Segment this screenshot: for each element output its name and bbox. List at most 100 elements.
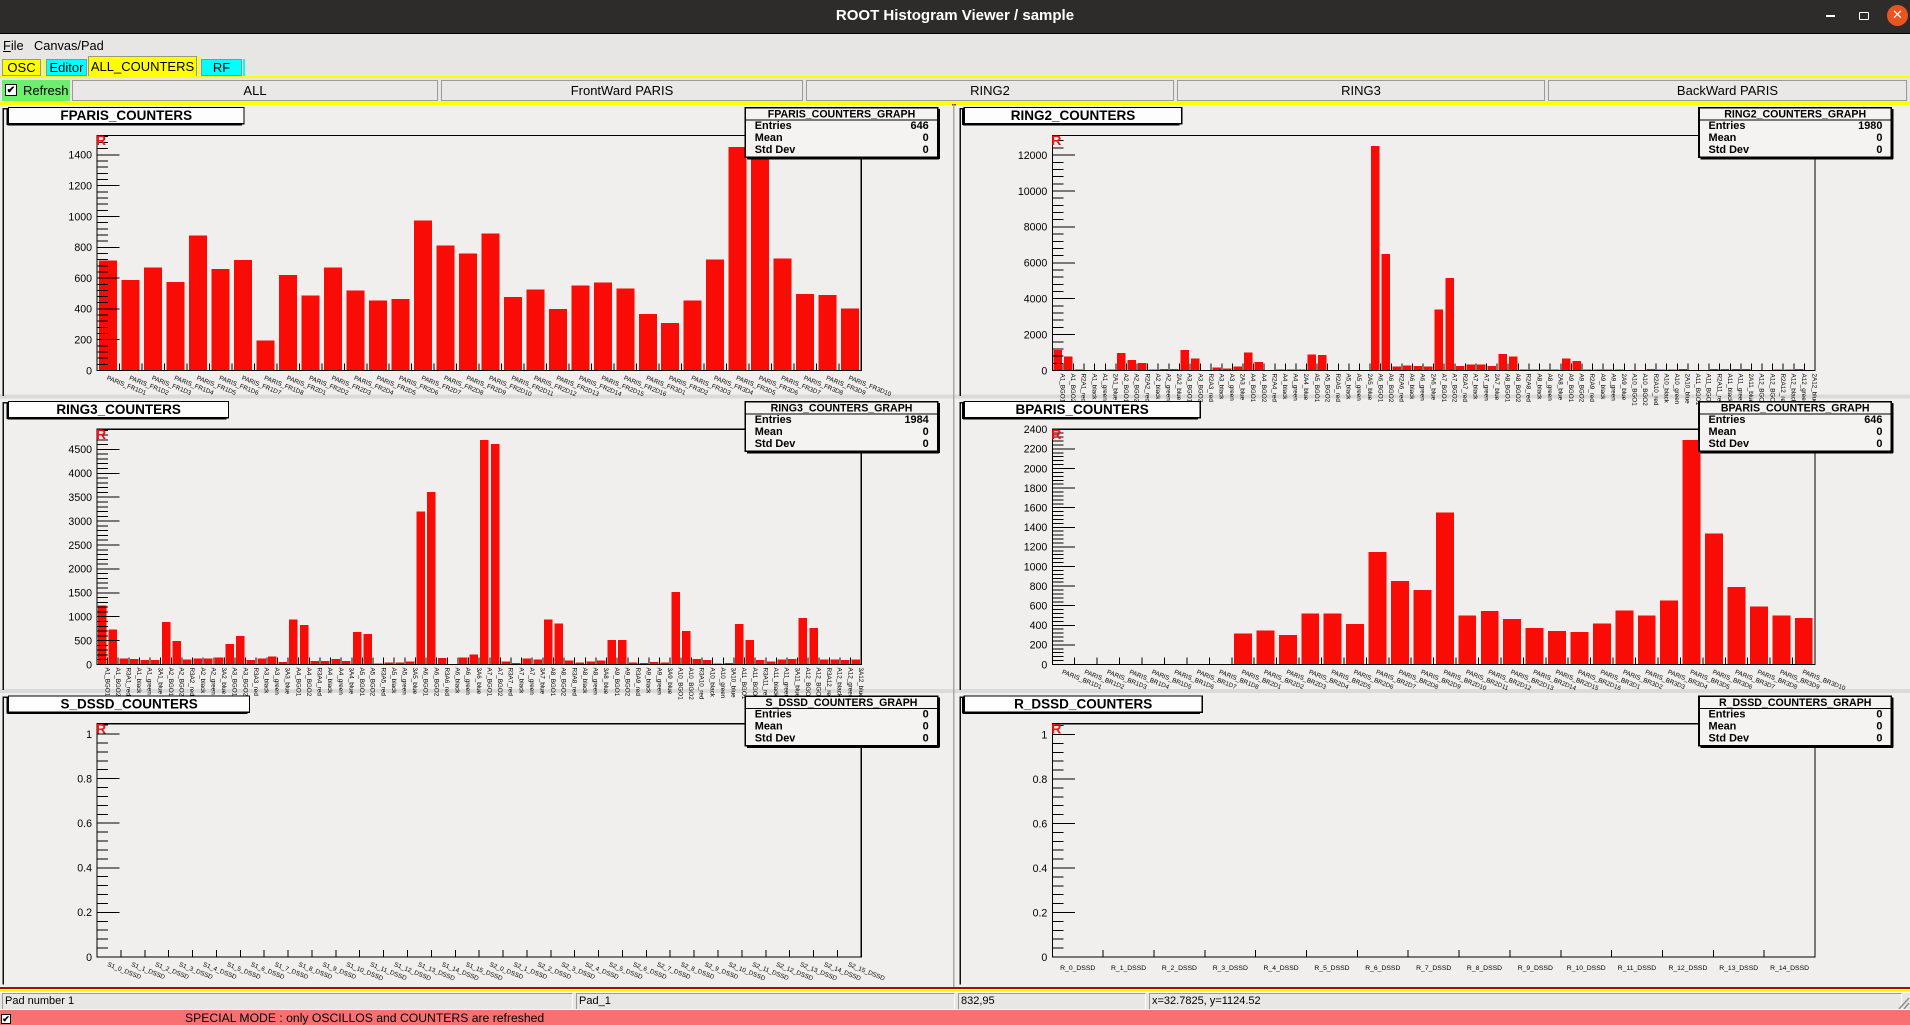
- svg-text:1600: 1600: [1024, 503, 1048, 515]
- svg-text:0.6: 0.6: [1033, 818, 1048, 830]
- svg-text:Entries: Entries: [1709, 120, 1746, 132]
- svg-text:R2A3_red: R2A3_red: [1207, 374, 1214, 403]
- svg-text:A12_black: A12_black: [836, 668, 843, 698]
- svg-text:R2A8_red: R2A8_red: [1525, 374, 1532, 403]
- svg-text:A3_green: A3_green: [1228, 374, 1235, 402]
- svg-text:A1_BGO2: A1_BGO2: [114, 668, 121, 697]
- svg-text:R_1_DSSD: R_1_DSSD: [1111, 965, 1146, 972]
- svg-text:3A9_blue: 3A9_blue: [666, 668, 673, 695]
- svg-text:0: 0: [923, 144, 929, 156]
- svg-text:R_14_DSSD: R_14_DSSD: [1770, 965, 1809, 972]
- svg-text:R_13_DSSD: R_13_DSSD: [1719, 965, 1758, 972]
- svg-text:A4_green: A4_green: [337, 668, 344, 696]
- svg-text:A1_BGO1: A1_BGO1: [103, 668, 110, 697]
- svg-text:A10_BGO2: A10_BGO2: [687, 668, 694, 701]
- svg-text:R_2_DSSD: R_2_DSSD: [1162, 965, 1197, 972]
- svg-text:R_4_DSSD: R_4_DSSD: [1264, 965, 1299, 972]
- svg-text:R3A7_red: R3A7_red: [507, 668, 514, 697]
- svg-text:646: 646: [911, 120, 929, 132]
- svg-text:A5_green: A5_green: [401, 668, 408, 696]
- svg-text:2A5_blue: 2A5_blue: [1366, 374, 1373, 401]
- svg-text:BPARIS_COUNTERS_GRAPH: BPARIS_COUNTERS_GRAPH: [1721, 403, 1870, 415]
- svg-text:3A6_blue: 3A6_blue: [475, 668, 482, 695]
- svg-text:A10_green: A10_green: [719, 668, 726, 699]
- svg-text:S_DSSD_COUNTERS_GRAPH: S_DSSD_COUNTERS_GRAPH: [766, 697, 918, 709]
- svg-text:0: 0: [923, 708, 929, 720]
- svg-text:A12_black: A12_black: [1790, 374, 1797, 404]
- svg-text:0: 0: [86, 952, 92, 964]
- svg-text:R2A9_red: R2A9_red: [1588, 374, 1595, 403]
- svg-text:A7_black: A7_black: [517, 668, 524, 695]
- svg-text:A5_BGO2: A5_BGO2: [1323, 374, 1330, 403]
- svg-text:R2A10_red: R2A10_red: [1652, 374, 1659, 406]
- svg-text:R: R: [1051, 132, 1061, 148]
- svg-text:4500: 4500: [68, 444, 92, 456]
- svg-text:R_12_DSSD: R_12_DSSD: [1668, 965, 1707, 972]
- svg-text:A7_BGO2: A7_BGO2: [1451, 374, 1458, 403]
- svg-text:2000: 2000: [1024, 329, 1048, 341]
- svg-text:R2A1_red: R2A1_red: [1080, 374, 1087, 403]
- svg-text:R2A4_red: R2A4_red: [1270, 374, 1277, 403]
- svg-text:R_8_DSSD: R_8_DSSD: [1467, 965, 1502, 972]
- svg-text:0.2: 0.2: [1033, 907, 1048, 919]
- svg-text:RING3_COUNTERS_GRAPH: RING3_COUNTERS_GRAPH: [771, 403, 913, 415]
- svg-text:3A3_blue: 3A3_blue: [284, 668, 291, 695]
- svg-text:A4_BGO2: A4_BGO2: [305, 668, 312, 697]
- svg-text:A9_BGO1: A9_BGO1: [1567, 374, 1574, 403]
- svg-text:S_DSSD_COUNTERS: S_DSSD_COUNTERS: [60, 697, 197, 712]
- svg-text:A5_black: A5_black: [390, 668, 397, 695]
- svg-text:0: 0: [86, 659, 92, 671]
- svg-text:A7_BGO2: A7_BGO2: [496, 668, 503, 697]
- svg-text:1400: 1400: [1024, 522, 1048, 534]
- svg-text:R_10_DSSD: R_10_DSSD: [1567, 965, 1606, 972]
- svg-text:R3A3_red: R3A3_red: [252, 668, 259, 697]
- svg-text:A6_black: A6_black: [1408, 374, 1415, 401]
- svg-text:2000: 2000: [68, 564, 92, 576]
- svg-text:Mean: Mean: [755, 721, 783, 733]
- svg-text:0: 0: [1041, 952, 1047, 964]
- svg-text:A4_BGO2: A4_BGO2: [1260, 374, 1267, 403]
- svg-text:A5_BGO2: A5_BGO2: [369, 668, 376, 697]
- svg-text:Entries: Entries: [1709, 414, 1746, 426]
- svg-text:Std Dev: Std Dev: [1709, 733, 1750, 745]
- svg-text:2000: 2000: [1024, 463, 1048, 475]
- svg-text:3A1_blue: 3A1_blue: [156, 668, 163, 695]
- svg-text:3A8_blue: 3A8_blue: [602, 668, 609, 695]
- svg-text:4000: 4000: [1024, 294, 1048, 306]
- svg-text:A7_black: A7_black: [1472, 374, 1479, 401]
- svg-text:A9_green: A9_green: [1609, 374, 1616, 402]
- svg-text:0: 0: [1876, 144, 1882, 156]
- svg-text:A5_BGO1: A5_BGO1: [1313, 374, 1320, 403]
- svg-text:R: R: [96, 426, 106, 442]
- svg-text:Std Dev: Std Dev: [1709, 144, 1750, 156]
- svg-text:R: R: [96, 132, 106, 148]
- svg-text:R3A4_red: R3A4_red: [316, 668, 323, 697]
- svg-text:Entries: Entries: [755, 120, 792, 132]
- svg-text:RING2_COUNTERS: RING2_COUNTERS: [1011, 108, 1136, 123]
- svg-text:A8_BGO1: A8_BGO1: [549, 668, 556, 697]
- svg-text:A11_BGO2: A11_BGO2: [1705, 374, 1712, 406]
- svg-text:R_5_DSSD: R_5_DSSD: [1314, 965, 1349, 972]
- svg-text:A11_BGO1: A11_BGO1: [1694, 374, 1701, 406]
- svg-text:R3A5_red: R3A5_red: [379, 668, 386, 697]
- svg-text:Entries: Entries: [755, 414, 792, 426]
- svg-text:R2A11_red: R2A11_red: [1715, 374, 1722, 406]
- svg-text:A9_BGO2: A9_BGO2: [623, 668, 630, 697]
- svg-text:646: 646: [1864, 414, 1882, 426]
- svg-text:500: 500: [74, 635, 92, 647]
- svg-text:0: 0: [923, 733, 929, 745]
- svg-text:1984: 1984: [904, 414, 928, 426]
- svg-text:A2_BGO1: A2_BGO1: [1122, 374, 1129, 403]
- svg-text:R2A7_red: R2A7_red: [1461, 374, 1468, 403]
- svg-text:200: 200: [74, 335, 92, 347]
- svg-text:A2_BGO2: A2_BGO2: [178, 668, 185, 697]
- svg-text:R3A11_red: R3A11_red: [761, 668, 768, 700]
- svg-text:R_DSSD_COUNTERS: R_DSSD_COUNTERS: [1014, 697, 1152, 712]
- svg-text:A9_black: A9_black: [1599, 374, 1606, 401]
- svg-text:A7_BGO1: A7_BGO1: [485, 668, 492, 697]
- svg-text:R: R: [1051, 426, 1061, 442]
- svg-text:R3A9_red: R3A9_red: [634, 668, 641, 697]
- svg-text:0: 0: [923, 438, 929, 450]
- svg-text:3A2_blue: 3A2_blue: [220, 668, 227, 695]
- svg-text:A3_black: A3_black: [1218, 374, 1225, 401]
